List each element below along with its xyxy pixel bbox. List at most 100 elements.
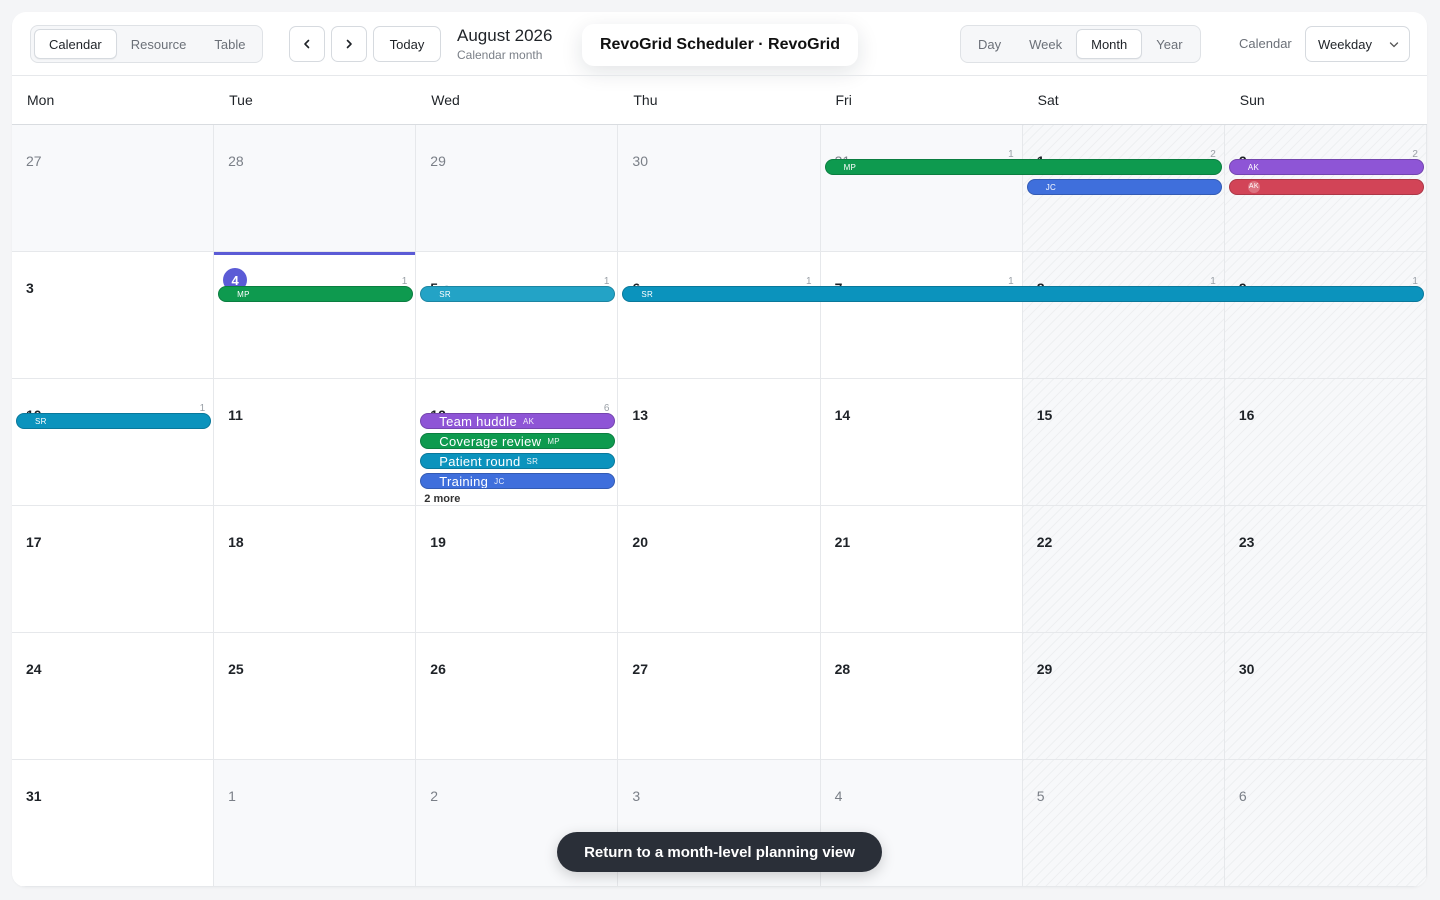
event-bar[interactable]: Coverage review MP <box>420 433 616 449</box>
day-number-text: 30 <box>632 153 648 169</box>
day-cell[interactable]: 27 <box>618 633 821 760</box>
day-number: 25 <box>228 661 244 677</box>
event-assignee-initials: AK <box>1247 181 1260 193</box>
day-number-text: 21 <box>834 534 851 550</box>
view-calendar-tab[interactable]: Calendar <box>34 29 117 59</box>
chevron-left-icon <box>304 39 310 49</box>
day-number-text: 11 <box>228 407 243 423</box>
day-number-text: 3 <box>632 788 641 804</box>
day-cell[interactable]: 15 <box>1022 379 1225 506</box>
day-number: 5 <box>1037 788 1045 804</box>
event-bar[interactable]: Team huddle AK <box>420 413 616 429</box>
day-number: 24 <box>26 661 42 677</box>
day-number: 22 <box>1037 534 1053 550</box>
day-number: 28 <box>835 661 851 677</box>
day-number-text: 6 <box>1238 788 1247 804</box>
event-bar[interactable]: SR <box>622 286 1424 302</box>
event-bar[interactable]: JC <box>1026 179 1222 195</box>
event-bar[interactable]: SR <box>420 286 616 302</box>
day-number-text: 25 <box>228 661 244 677</box>
day-cell[interactable]: 16 <box>1224 379 1427 506</box>
day-cell[interactable]: 1 <box>214 760 417 887</box>
day-number: 27 <box>632 661 648 677</box>
day-cell[interactable]: 28 <box>214 125 417 252</box>
day-number: 14 <box>835 407 851 423</box>
day-cell[interactable]: 19 <box>416 506 619 633</box>
day-cell[interactable]: 26 <box>416 633 619 760</box>
more-events-link[interactable]: 2 more <box>424 493 460 505</box>
day-cell[interactable]: 18 <box>214 506 417 633</box>
day-cell[interactable]: 13 <box>618 379 821 506</box>
day-cell[interactable]: 29 <box>1022 633 1225 760</box>
event-bar[interactable]: AK <box>1228 159 1424 175</box>
day-cell[interactable]: 14 <box>820 379 1023 506</box>
tooltip: Return to a month-level planning view <box>557 832 882 872</box>
day-cell[interactable]: 30 <box>618 125 821 252</box>
day-cell[interactable]: 41 <box>214 252 417 379</box>
day-cell[interactable]: 22 <box>1022 506 1225 633</box>
day-number: 31 <box>26 788 42 804</box>
weekday-sun: Sun <box>1239 92 1265 108</box>
day-cell[interactable]: 25 <box>214 633 417 760</box>
day-number: 13 <box>632 407 648 423</box>
day-number: 3 <box>632 788 640 804</box>
event-bar[interactable]: Training JC <box>420 473 616 489</box>
chevron-down-icon <box>1389 42 1399 48</box>
day-cell[interactable]: 11 <box>214 379 417 506</box>
view-resource-tab[interactable]: Resource <box>117 29 201 59</box>
weekday-fri: Fri <box>835 92 852 108</box>
day-number: 4 <box>835 788 843 804</box>
day-cell[interactable]: 71 <box>820 252 1023 379</box>
day-cell[interactable]: 31 <box>12 760 215 887</box>
day-cell[interactable]: 20 <box>618 506 821 633</box>
day-cell[interactable]: 23 <box>1224 506 1427 633</box>
calendar-select[interactable]: Weekday <box>1305 26 1410 62</box>
event-bar[interactable]: Patient round SR <box>420 453 616 469</box>
next-period-button[interactable] <box>331 26 367 62</box>
today-button[interactable]: Today <box>373 26 441 62</box>
day-cell[interactable]: 30 <box>1224 633 1427 760</box>
calendar-select-label: Calendar <box>1239 36 1292 51</box>
day-cell[interactable]: 101 <box>12 379 215 506</box>
day-number-text: 23 <box>1238 534 1255 550</box>
day-cell[interactable]: 81 <box>1022 252 1225 379</box>
event-title: Team huddle <box>439 413 518 429</box>
day-number-text: 30 <box>1238 661 1255 677</box>
day-cell[interactable]: 3 <box>12 252 215 379</box>
event-assignee-initials: AK <box>1247 162 1260 172</box>
prev-period-button[interactable] <box>289 26 325 62</box>
day-cell[interactable]: 24 <box>12 633 215 760</box>
event-bar[interactable]: SR <box>16 413 212 429</box>
day-cell[interactable]: 311 <box>820 125 1023 252</box>
event-bar[interactable]: AK <box>1228 179 1424 195</box>
range-week-tab[interactable]: Week <box>1015 29 1076 59</box>
day-cell[interactable]: 29 <box>416 125 619 252</box>
day-cell[interactable]: 6 <box>1224 760 1427 887</box>
day-number: 30 <box>1239 661 1255 677</box>
range-month-tab[interactable]: Month <box>1076 29 1143 59</box>
day-cell[interactable]: 27 <box>12 125 215 252</box>
day-number: 27 <box>26 153 42 169</box>
day-number: 18 <box>228 534 244 550</box>
chevron-right-icon <box>346 39 352 49</box>
weekday-header: Mon Tue Wed Thu Fri Sat Sun <box>12 75 1427 125</box>
day-cell[interactable]: 17 <box>12 506 215 633</box>
day-cell[interactable]: 21 <box>820 506 1023 633</box>
day-number-text: 19 <box>430 534 446 550</box>
event-bar[interactable]: MP <box>824 159 1222 175</box>
day-number-text: 13 <box>632 407 648 423</box>
view-table-tab[interactable]: Table <box>200 29 259 59</box>
day-number-text: 27 <box>26 153 42 169</box>
day-cell[interactable]: 28 <box>820 633 1023 760</box>
range-year-tab[interactable]: Year <box>1142 29 1196 59</box>
day-cell[interactable]: 91 <box>1224 252 1427 379</box>
day-cell[interactable]: 5🔒1 <box>416 252 619 379</box>
range-switch: Day Week Month Year <box>960 25 1201 63</box>
range-day-tab[interactable]: Day <box>964 29 1015 59</box>
event-title: Coverage review <box>439 433 542 449</box>
day-cell[interactable]: 61 <box>618 252 821 379</box>
day-cell[interactable]: 5 <box>1022 760 1225 887</box>
event-bar[interactable]: MP <box>218 286 414 302</box>
period-title: August 2026 Calendar month <box>457 26 552 62</box>
view-switch: Calendar Resource Table <box>30 25 264 63</box>
